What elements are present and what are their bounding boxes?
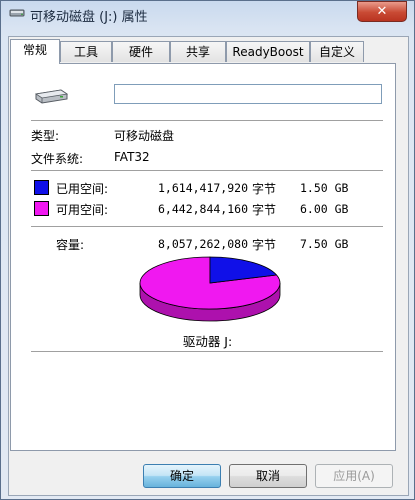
used-space-bytes: 1,614,417,920: [158, 181, 249, 195]
capacity-label: 容量:: [56, 238, 85, 252]
drive-label: 驱动器 J:: [182, 334, 233, 349]
file-system-label: 文件系统:: [31, 152, 84, 166]
close-icon: ✕: [376, 4, 388, 19]
window-title: 可移动磁盘 (J:) 属性: [30, 10, 148, 25]
file-system-value: FAT32: [114, 150, 150, 164]
type-value: 可移动磁盘: [114, 129, 175, 143]
close-button[interactable]: ✕: [357, 1, 407, 22]
tab-hardware[interactable]: 硬件: [112, 41, 170, 62]
used-space-label: 已用空间:: [56, 182, 109, 196]
drive-icon: [9, 9, 25, 17]
free-space-bytes: 6,442,844,160: [158, 202, 249, 216]
divider: [31, 226, 383, 227]
divider: [31, 120, 383, 121]
capacity-size: 7.50 GB: [300, 237, 349, 251]
drive-name-input[interactable]: [114, 84, 382, 104]
free-space-size: 6.00 GB: [300, 202, 349, 216]
divider: [31, 170, 383, 171]
used-space-size: 1.50 GB: [300, 181, 349, 195]
tab-sharing[interactable]: 共享: [170, 41, 226, 62]
tab-readyboost[interactable]: ReadyBoost: [226, 41, 310, 62]
used-space-swatch: [34, 180, 49, 195]
tab-general[interactable]: 常规: [10, 39, 60, 64]
used-space-unit: 字节: [252, 182, 277, 196]
free-space-label: 可用空间:: [56, 203, 109, 217]
tab-tools[interactable]: 工具: [60, 41, 112, 62]
tab-customize[interactable]: 自定义: [310, 41, 364, 62]
cancel-button[interactable]: 取消: [229, 464, 307, 488]
usb-drive-icon: [34, 89, 69, 104]
title-bar[interactable]: 可移动磁盘 (J:) 属性 ✕: [0, 0, 415, 28]
free-space-unit: 字节: [252, 203, 277, 217]
ok-button[interactable]: 确定: [143, 464, 221, 488]
divider: [31, 351, 383, 352]
capacity-unit: 字节: [252, 238, 277, 252]
free-space-swatch: [34, 201, 49, 216]
disk-usage-pie-chart: [139, 256, 281, 322]
apply-button[interactable]: 应用(A): [315, 464, 393, 488]
type-label: 类型:: [31, 129, 60, 143]
capacity-bytes: 8,057,262,080: [158, 237, 249, 251]
